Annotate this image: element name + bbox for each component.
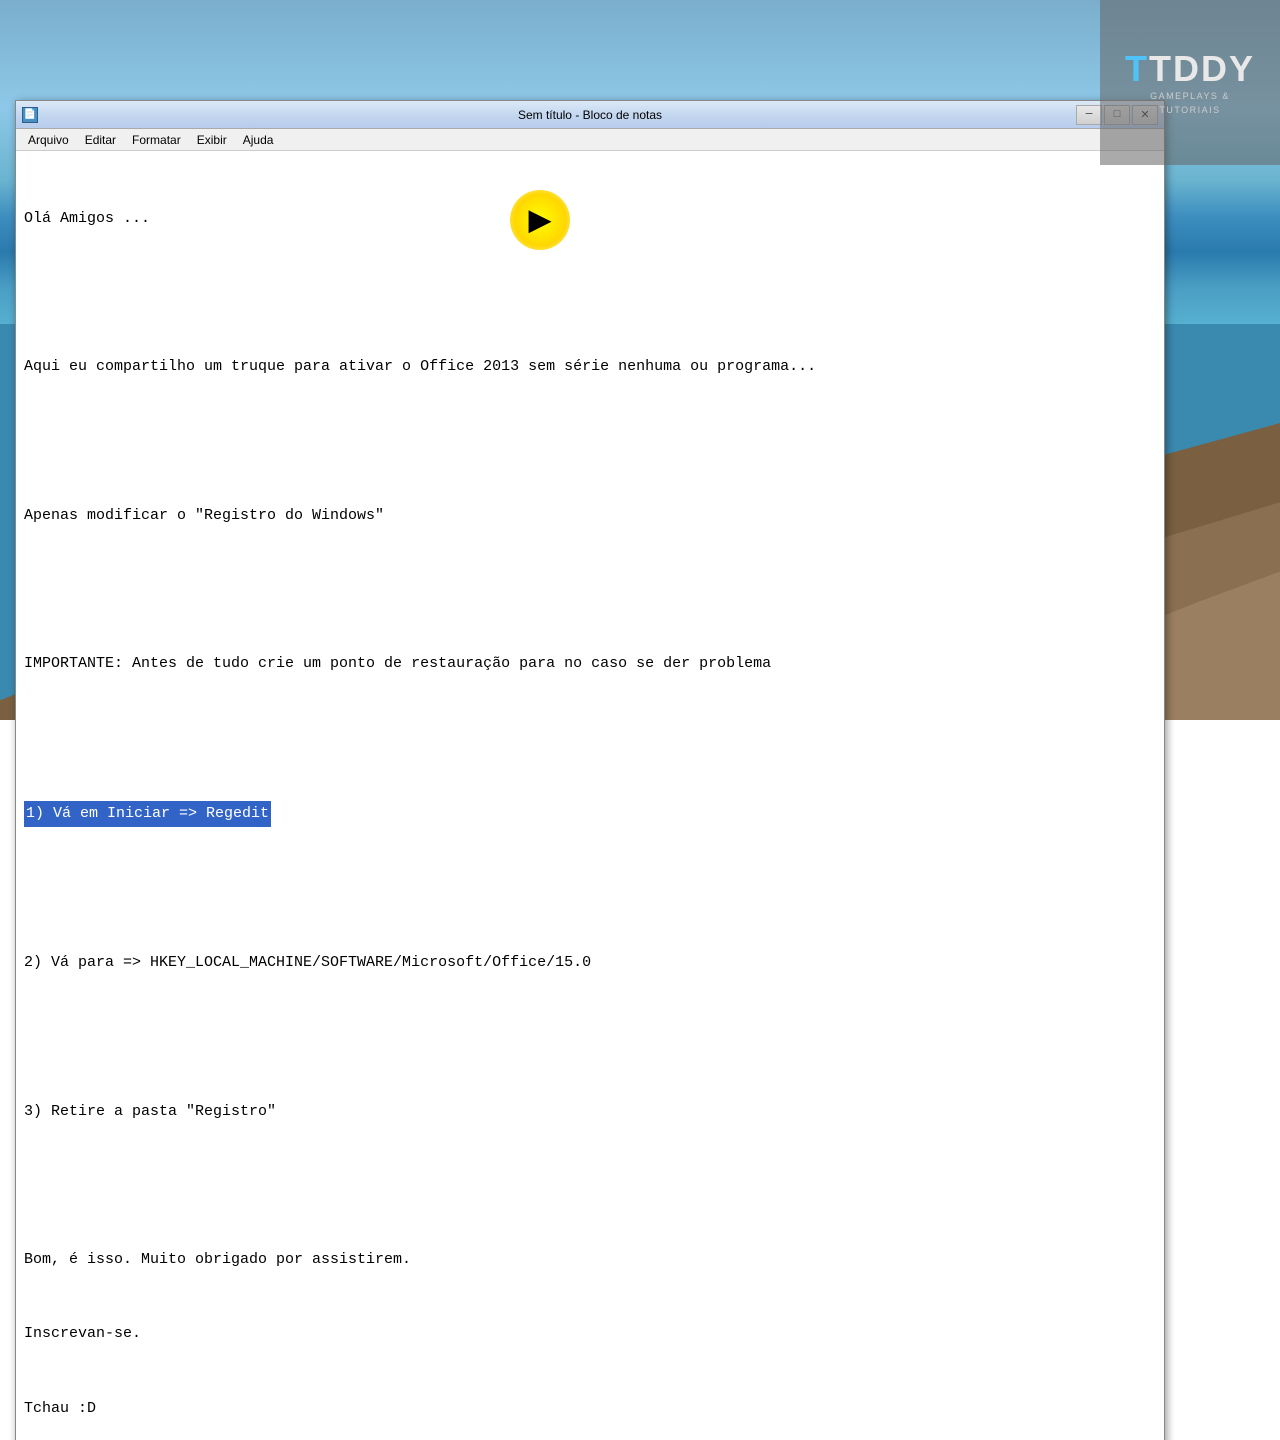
content-line1: Olá Amigos ... bbox=[24, 207, 1156, 232]
content-line11 bbox=[24, 1025, 1156, 1050]
content-line15: Inscrevan-se. bbox=[24, 1322, 1156, 1347]
content-line16: Tchau :D bbox=[24, 1397, 1156, 1422]
content-line9 bbox=[24, 877, 1156, 902]
minimize-button[interactable]: ─ bbox=[1076, 105, 1102, 125]
menu-formatar[interactable]: Formatar bbox=[124, 131, 189, 149]
watermark-t: T bbox=[1125, 48, 1149, 89]
content-line14: Bom, é isso. Muito obrigado por assistir… bbox=[24, 1248, 1156, 1273]
content-line10: 2) Vá para => HKEY_LOCAL_MACHINE/SOFTWAR… bbox=[24, 951, 1156, 976]
content-line2 bbox=[24, 281, 1156, 306]
notepad-window: 📄 Sem título - Bloco de notas ─ □ ✕ Arqu… bbox=[15, 100, 1165, 1440]
menu-bar: Arquivo Editar Formatar Exibir Ajuda bbox=[16, 129, 1164, 151]
title-bar-text: Sem título - Bloco de notas bbox=[518, 108, 662, 122]
content-line13 bbox=[24, 1174, 1156, 1199]
cursor-arrow-icon: ◀ bbox=[529, 203, 551, 238]
menu-ajuda[interactable]: Ajuda bbox=[235, 131, 282, 149]
content-line5: Apenas modificar o "Registro do Windows" bbox=[24, 504, 1156, 529]
highlighted-text: 1) Vá em Iniciar => Regedit bbox=[24, 801, 271, 828]
watermark: TTDDY GAMEPLAYS & TUTORIAIS bbox=[1100, 0, 1280, 165]
menu-arquivo[interactable]: Arquivo bbox=[20, 131, 77, 149]
watermark-title: TTDDY bbox=[1125, 51, 1255, 87]
content-line4 bbox=[24, 429, 1156, 454]
menu-exibir[interactable]: Exibir bbox=[189, 131, 235, 149]
title-bar-left: 📄 bbox=[22, 107, 38, 123]
cursor-indicator: ◀ bbox=[510, 190, 570, 250]
content-line8b: 1) Vá em Iniciar => Regedit bbox=[24, 801, 1156, 828]
menu-editar[interactable]: Editar bbox=[77, 131, 124, 149]
content-line3: Aqui eu compartilho um truque para ativa… bbox=[24, 355, 1156, 380]
notepad-content[interactable]: Olá Amigos ... Aqui eu compartilho um tr… bbox=[16, 151, 1164, 1440]
content-line8 bbox=[24, 726, 1156, 751]
watermark-subtitle-line1: GAMEPLAYS & bbox=[1150, 91, 1230, 101]
title-bar: 📄 Sem título - Bloco de notas ─ □ ✕ bbox=[16, 101, 1164, 129]
content-line7: IMPORTANTE: Antes de tudo crie um ponto … bbox=[24, 652, 1156, 677]
notepad-icon: 📄 bbox=[22, 107, 38, 123]
content-line12: 3) Retire a pasta "Registro" bbox=[24, 1100, 1156, 1125]
content-line6 bbox=[24, 578, 1156, 603]
watermark-subtitle-line2: TUTORIAIS bbox=[1159, 105, 1220, 115]
